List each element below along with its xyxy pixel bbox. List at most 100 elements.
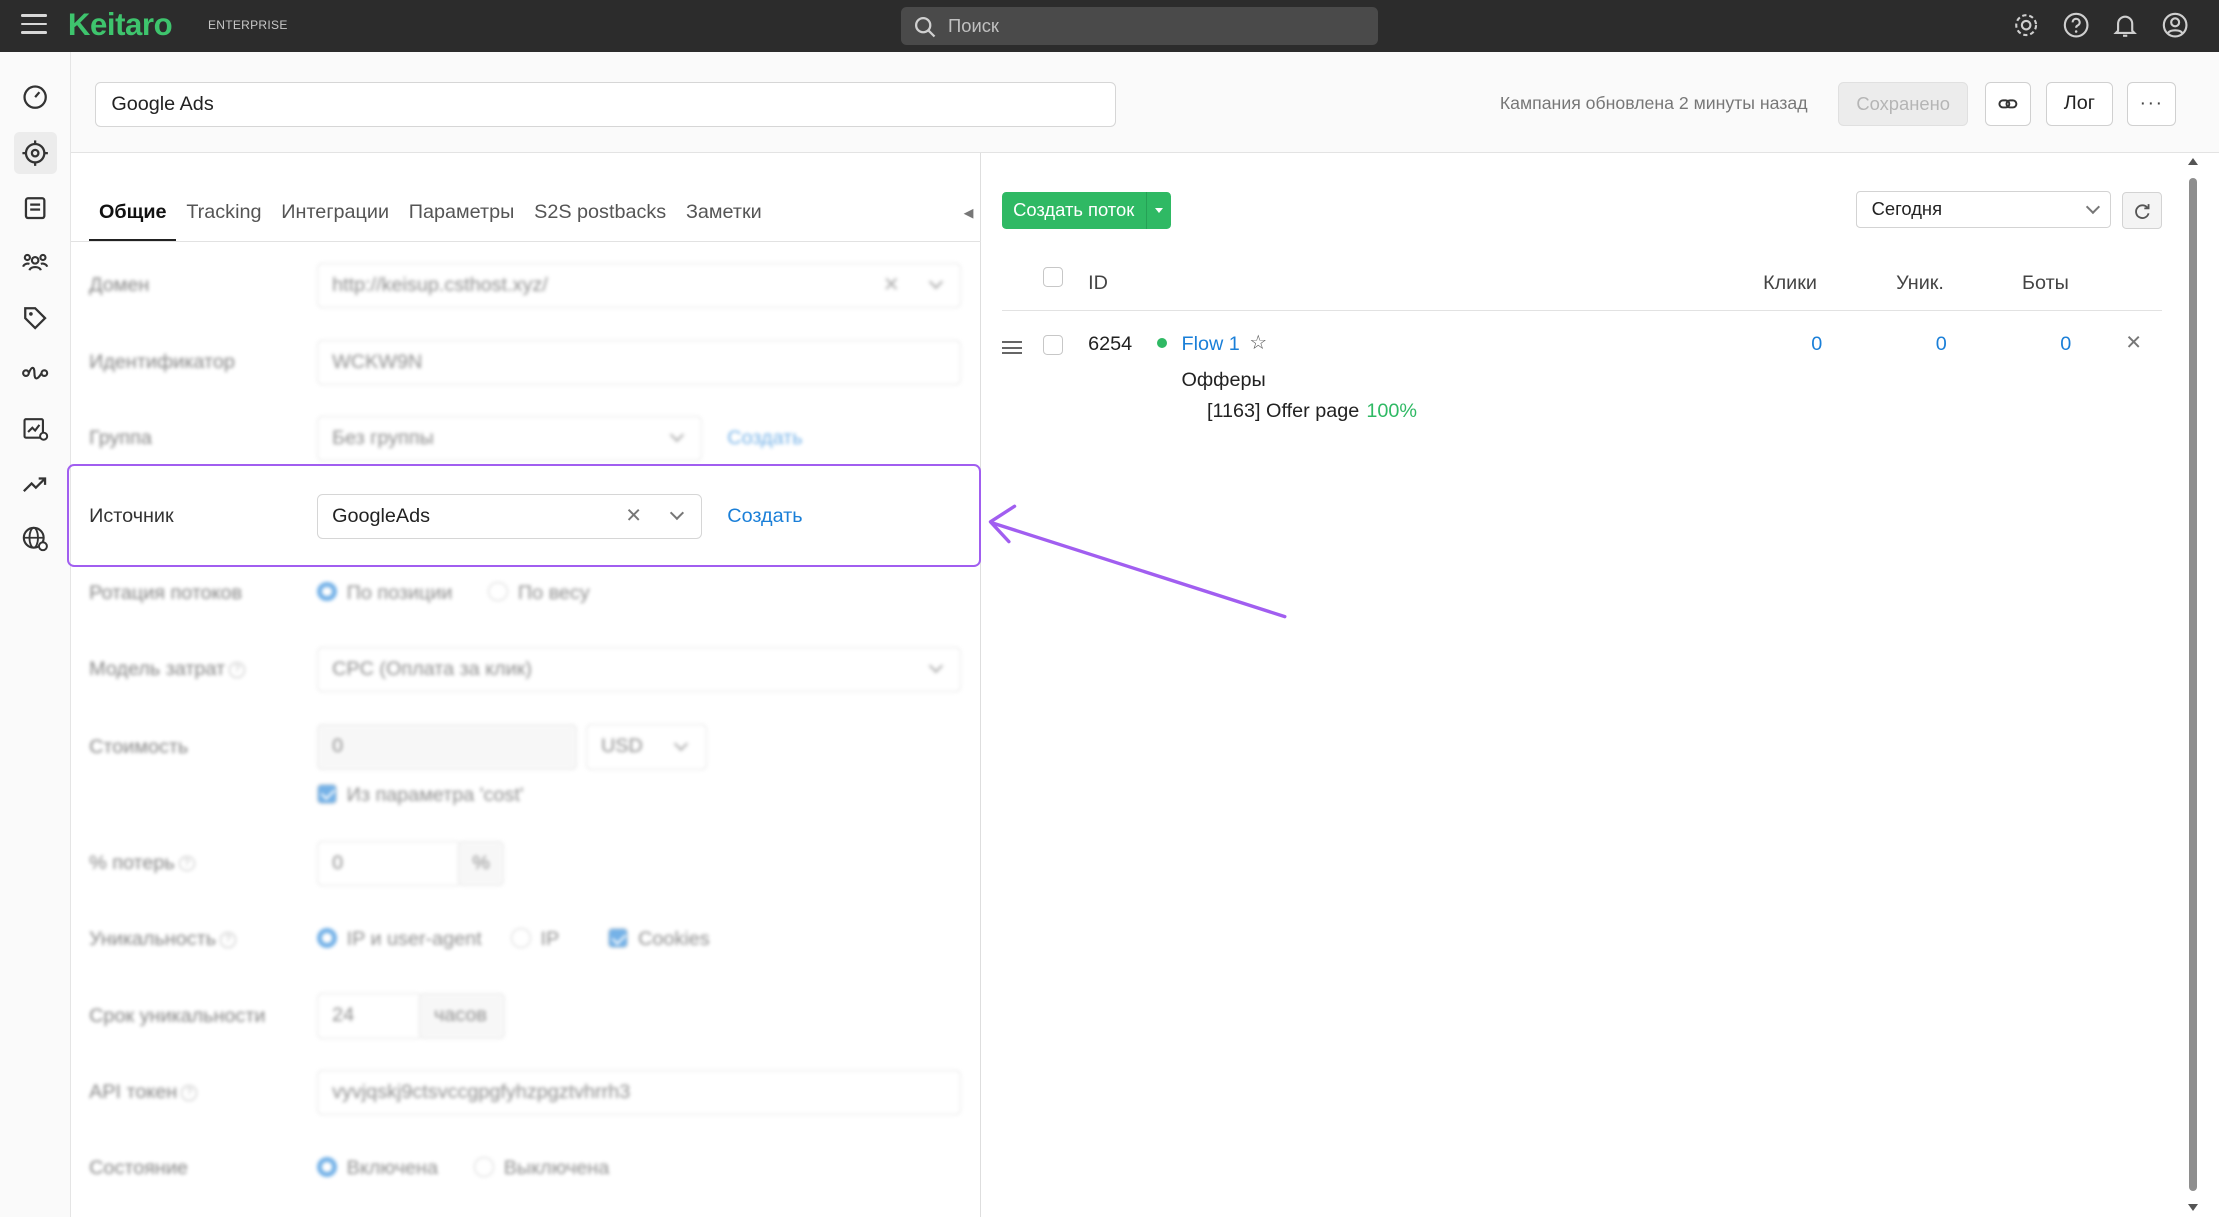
uniqueness-ttl-label: Срок уникальности bbox=[89, 1004, 266, 1027]
offers-icon[interactable] bbox=[14, 187, 56, 229]
flow-clicks[interactable]: 0 bbox=[1811, 333, 1822, 356]
scroll-thumb[interactable] bbox=[2188, 178, 2198, 1192]
user-icon[interactable] bbox=[2161, 11, 2189, 39]
api-token-label-text: API токен bbox=[89, 1081, 178, 1104]
drag-handle-icon[interactable] bbox=[1001, 341, 1022, 358]
edition-label: ENTERPRISE bbox=[208, 18, 288, 33]
cost-model-label-text: Модель затрат bbox=[89, 657, 226, 680]
uniqueness-cookies-checkbox[interactable]: Cookies bbox=[608, 928, 710, 951]
create-group-link[interactable]: Создать bbox=[727, 427, 802, 450]
flow-unique[interactable]: 0 bbox=[1936, 333, 1947, 356]
cost-param-label: Из параметра 'cost' bbox=[346, 783, 524, 806]
tab-notes[interactable]: Заметки bbox=[676, 195, 772, 240]
menu-icon[interactable] bbox=[21, 14, 47, 37]
link-button[interactable] bbox=[1985, 82, 2031, 126]
state-label: Состояние bbox=[89, 1157, 188, 1180]
loss-input[interactable]: 0 bbox=[316, 840, 462, 886]
help-icon[interactable]: ? bbox=[229, 661, 245, 678]
help-icon[interactable]: ? bbox=[181, 1085, 198, 1101]
col-bots[interactable]: Боты bbox=[2022, 272, 2069, 295]
clear-icon[interactable]: ✕ bbox=[883, 273, 900, 297]
flow-icon[interactable] bbox=[14, 352, 56, 394]
refresh-button[interactable] bbox=[2122, 192, 2163, 230]
create-flow-dropdown[interactable] bbox=[1145, 192, 1171, 230]
campaign-name-input[interactable] bbox=[94, 82, 1117, 128]
domain-select[interactable]: http://keisup.csthost.xyz/ bbox=[316, 263, 961, 309]
report-settings-icon[interactable] bbox=[14, 408, 56, 450]
search-input[interactable] bbox=[948, 12, 1359, 40]
cost-input[interactable]: 0 bbox=[316, 724, 578, 770]
state-enabled-radio[interactable]: Включена bbox=[316, 1157, 438, 1180]
col-unique[interactable]: Уник. bbox=[1896, 272, 1944, 295]
dashboard-icon[interactable] bbox=[14, 76, 56, 118]
radio-icon bbox=[488, 581, 508, 602]
state-disabled-radio[interactable]: Выключена bbox=[474, 1157, 609, 1180]
checkbox-icon bbox=[316, 783, 337, 804]
tab-parameters[interactable]: Параметры bbox=[399, 195, 524, 240]
search-icon bbox=[915, 16, 936, 37]
api-token-input[interactable]: vyvjqskj9ctsvccgpgfyhzpgztvhrrh3 bbox=[316, 1069, 961, 1115]
rotation-position-radio[interactable]: По позиции bbox=[316, 581, 452, 605]
cost-model-select[interactable]: CPC (Оплата за клик) bbox=[316, 646, 961, 692]
trend-icon[interactable] bbox=[14, 463, 56, 505]
create-flow-button[interactable]: Создать поток bbox=[1001, 192, 1172, 230]
tab-general[interactable]: Общие bbox=[89, 195, 177, 241]
radio-icon bbox=[316, 581, 337, 602]
geo-icon[interactable] bbox=[14, 518, 56, 560]
logo[interactable]: Keitaro bbox=[68, 7, 173, 43]
collapse-panel-icon[interactable]: ◀ bbox=[964, 205, 974, 221]
tab-tracking[interactable]: Tracking bbox=[176, 195, 271, 240]
col-id[interactable]: ID bbox=[1088, 272, 1108, 295]
group-select[interactable]: Без группы bbox=[316, 416, 702, 462]
loss-label-text: % потерь bbox=[89, 851, 175, 874]
col-clicks[interactable]: Клики bbox=[1763, 272, 1817, 295]
offer-item: [1163] Offer page 100% bbox=[1207, 400, 1417, 423]
remove-flow-icon[interactable]: ✕ bbox=[2125, 331, 2142, 355]
cost-label: Стоимость bbox=[89, 735, 189, 758]
cost-param-row: Из параметра 'cost' bbox=[89, 773, 966, 818]
source-highlight-frame bbox=[66, 464, 981, 568]
cost-model-row: Модель затрат? CPC (Оплата за клик) bbox=[89, 646, 966, 692]
search-box[interactable] bbox=[901, 7, 1379, 46]
saved-button[interactable]: Сохранено bbox=[1838, 82, 1969, 126]
uniqueness-ttl-unit: часов bbox=[418, 993, 506, 1039]
scrollbar[interactable] bbox=[2187, 158, 2199, 1212]
uniqueness-ip-ua-radio[interactable]: IP и user-agent bbox=[316, 928, 482, 951]
top-bar: Keitaro ENTERPRISE bbox=[0, 0, 2219, 53]
select-all-checkbox[interactable] bbox=[1042, 267, 1063, 288]
uniqueness-ip-radio[interactable]: IP bbox=[510, 928, 559, 951]
currency-select[interactable]: USD bbox=[585, 724, 708, 770]
rotation-weight-radio[interactable]: По весу bbox=[488, 582, 590, 605]
flows-panel: Создать поток Сегодня ID Клики Уник. Бот… bbox=[982, 152, 2219, 1217]
identifier-input[interactable]: WCKW9N bbox=[316, 339, 961, 385]
create-flow-label[interactable]: Создать поток bbox=[1002, 192, 1146, 229]
uniqueness-label: Уникальность? bbox=[89, 928, 236, 951]
flow-name-link[interactable]: Flow 1 bbox=[1182, 333, 1240, 356]
tab-s2s-postbacks[interactable]: S2S postbacks bbox=[524, 195, 676, 240]
star-icon[interactable]: ☆ bbox=[1249, 331, 1267, 355]
uniqueness-ttl-input[interactable]: 24 bbox=[316, 993, 422, 1039]
tag-icon[interactable] bbox=[14, 297, 56, 339]
users-icon[interactable] bbox=[14, 242, 56, 284]
help-icon[interactable]: ? bbox=[220, 932, 236, 948]
cost-param-checkbox[interactable]: Из параметра 'cost' bbox=[316, 783, 524, 807]
cost-model-label: Модель затрат? bbox=[89, 658, 245, 681]
scroll-up-icon[interactable] bbox=[2187, 158, 2198, 166]
scroll-down-icon[interactable] bbox=[2187, 1204, 2198, 1212]
row-checkbox[interactable] bbox=[1042, 335, 1063, 356]
offer-share: 100% bbox=[1366, 400, 1417, 423]
radio-icon bbox=[316, 928, 337, 949]
more-button[interactable]: ··· bbox=[2126, 82, 2177, 126]
bell-icon[interactable] bbox=[2111, 11, 2139, 39]
log-button[interactable]: Лог bbox=[2046, 82, 2113, 126]
gear-icon[interactable] bbox=[2012, 11, 2040, 39]
help-icon[interactable]: ? bbox=[178, 855, 195, 872]
tabs-divider bbox=[70, 240, 981, 242]
help-icon[interactable] bbox=[2062, 11, 2090, 39]
domain-label: Домен bbox=[89, 274, 150, 297]
campaigns-icon[interactable] bbox=[14, 131, 57, 175]
flow-bots[interactable]: 0 bbox=[2060, 333, 2071, 356]
api-token-row: API токен? vyvjqskj9ctsvccgpgfyhzpgztvhr… bbox=[89, 1069, 966, 1115]
period-select[interactable]: Сегодня bbox=[1856, 191, 2112, 228]
tab-integrations[interactable]: Интеграции bbox=[271, 195, 399, 240]
